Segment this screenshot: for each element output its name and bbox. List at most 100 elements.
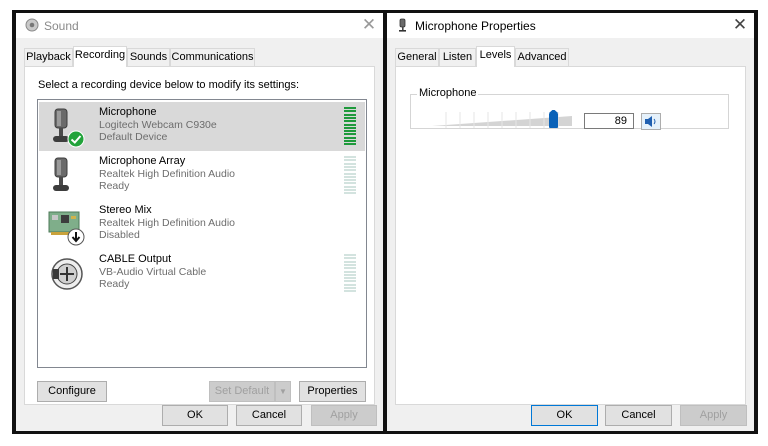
- tab-listen[interactable]: Listen: [439, 48, 476, 66]
- meter-segment: [344, 182, 356, 185]
- device-status: Disabled: [99, 229, 140, 241]
- meter-segment: [344, 107, 356, 109]
- device-name: Microphone Array: [99, 155, 186, 167]
- slider-thumb[interactable]: [549, 113, 558, 128]
- sound-titlebar: Sound ✕: [16, 13, 383, 38]
- meter-segment: [344, 277, 356, 280]
- properties-button[interactable]: Properties: [299, 381, 366, 402]
- ok-button[interactable]: OK: [531, 405, 598, 426]
- meter-segment: [344, 254, 356, 256]
- default-check-icon: [67, 130, 85, 148]
- set-default-button[interactable]: Set Default: [209, 381, 275, 402]
- meter-segment: [344, 165, 356, 168]
- device-item-cable-output[interactable]: CABLE Output VB-Audio Virtual Cable Read…: [39, 249, 365, 298]
- microphone-properties-window: Microphone Properties ✕ General Listen L…: [387, 13, 754, 431]
- tab-general[interactable]: General: [395, 48, 439, 66]
- meter-segment: [344, 260, 356, 263]
- meter-segment: [344, 123, 356, 126]
- tab-communications[interactable]: Communications: [170, 48, 255, 66]
- level-meter: [344, 254, 356, 294]
- device-driver: Logitech Webcam C930e: [99, 119, 217, 131]
- meter-segment: [344, 280, 356, 283]
- meter-segment: [344, 172, 356, 175]
- speaker-icon: [25, 18, 39, 32]
- meter-segment: [344, 179, 356, 182]
- meter-segment: [344, 162, 356, 165]
- cable-icon: [51, 258, 83, 290]
- tab-levels[interactable]: Levels: [476, 46, 515, 67]
- meter-segment: [344, 192, 356, 195]
- close-icon[interactable]: ✕: [361, 15, 377, 35]
- meter-segment: [344, 136, 356, 139]
- meter-segment: [344, 140, 356, 142]
- sound-window-title: Sound: [44, 19, 79, 33]
- slider-thumb-tip: [549, 110, 558, 113]
- device-driver: Realtek High Definition Audio: [99, 168, 235, 180]
- meter-segment: [344, 267, 356, 270]
- chevron-down-icon: ▼: [279, 387, 287, 396]
- set-default-split-button: Set Default ▼: [209, 381, 291, 402]
- close-icon[interactable]: ✕: [732, 15, 748, 35]
- device-name: CABLE Output: [99, 253, 172, 265]
- cancel-button[interactable]: Cancel: [605, 405, 672, 426]
- mute-toggle-button[interactable]: [641, 113, 661, 130]
- ok-button[interactable]: OK: [162, 405, 228, 426]
- level-meter: [344, 156, 356, 196]
- device-list: Microphone Logitech Webcam C930e Default…: [37, 99, 367, 368]
- meter-segment: [344, 290, 356, 293]
- device-item-microphone[interactable]: Microphone Logitech Webcam C930e Default…: [39, 102, 365, 151]
- meter-segment: [344, 159, 356, 162]
- properties-window-title: Microphone Properties: [415, 19, 536, 33]
- device-name: Stereo Mix: [99, 204, 152, 216]
- properties-titlebar: Microphone Properties ✕: [387, 13, 754, 38]
- recording-panel: Select a recording device below to modif…: [24, 66, 375, 405]
- levels-panel: Microphone 89: [395, 66, 746, 405]
- device-item-microphone-array[interactable]: Microphone Array Realtek High Definition…: [39, 151, 365, 200]
- device-status: Ready: [99, 180, 130, 192]
- device-driver: VB-Audio Virtual Cable: [99, 266, 207, 278]
- meter-segment: [344, 110, 356, 113]
- meter-segment: [344, 130, 356, 133]
- meter-segment: [344, 156, 356, 158]
- configure-button[interactable]: Configure: [37, 381, 107, 402]
- arrow-down-icon: [67, 228, 85, 246]
- apply-button[interactable]: Apply: [311, 405, 377, 426]
- meter-segment: [344, 133, 356, 136]
- tab-recording[interactable]: Recording: [73, 46, 127, 67]
- set-default-dropdown[interactable]: ▼: [275, 381, 291, 402]
- device-item-stereo-mix[interactable]: Stereo Mix Realtek High Definition Audio…: [39, 200, 365, 249]
- meter-segment: [344, 270, 356, 273]
- instruction-text: Select a recording device below to modif…: [38, 79, 300, 91]
- level-meter: [344, 107, 356, 147]
- meter-segment: [344, 283, 356, 286]
- microphone-icon: [53, 157, 69, 191]
- tab-playback[interactable]: Playback: [24, 48, 73, 66]
- device-status: Default Device: [99, 131, 168, 143]
- cancel-button[interactable]: Cancel: [236, 405, 302, 426]
- microphone-icon: [399, 18, 406, 32]
- group-label: Microphone: [417, 87, 479, 99]
- device-driver: Realtek High Definition Audio: [99, 217, 235, 229]
- meter-segment: [344, 273, 356, 276]
- level-slider[interactable]: [432, 110, 572, 130]
- meter-segment: [344, 120, 356, 123]
- apply-button[interactable]: Apply: [680, 405, 747, 426]
- level-value-field[interactable]: 89: [584, 113, 634, 129]
- device-status: Ready: [99, 278, 130, 290]
- speaker-icon: [645, 116, 656, 127]
- meter-segment: [344, 287, 356, 289]
- meter-segment: [344, 257, 356, 260]
- tab-sounds[interactable]: Sounds: [127, 48, 170, 66]
- tab-advanced[interactable]: Advanced: [515, 48, 569, 66]
- device-name: Microphone: [99, 106, 157, 118]
- meter-segment: [344, 143, 356, 146]
- meter-segment: [344, 116, 356, 119]
- meter-segment: [344, 175, 356, 178]
- meter-segment: [344, 189, 356, 191]
- meter-segment: [344, 113, 356, 116]
- meter-segment: [344, 126, 356, 129]
- meter-segment: [344, 185, 356, 188]
- sound-window: Sound ✕ Playback Recording Sounds Commun…: [16, 13, 383, 431]
- meter-segment: [344, 169, 356, 172]
- meter-segment: [344, 263, 356, 266]
